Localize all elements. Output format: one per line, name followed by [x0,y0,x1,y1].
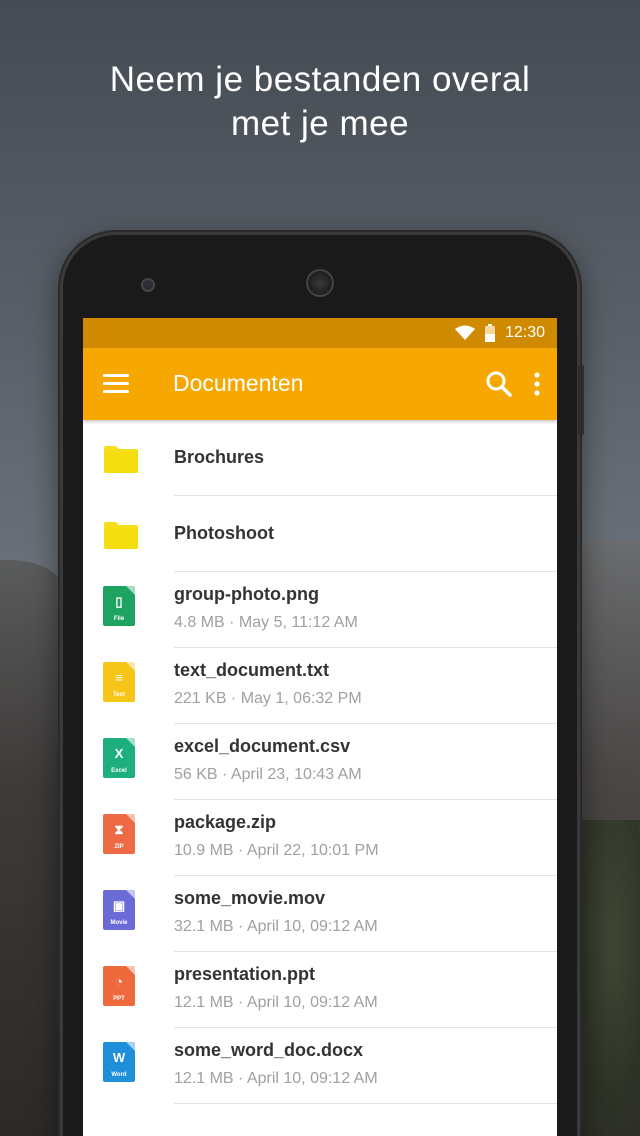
movie-file-icon: ▣ Movie [103,890,135,930]
file-badge-label: Text [113,692,125,698]
file-glyph: ▯ [115,594,123,609]
headline-line-1: Neem je bestanden overal [109,60,531,99]
status-bar: 12:30 [83,318,557,348]
word-file-icon: W Word [103,1042,135,1082]
folder-name: Brochures [174,447,265,467]
headline: Neem je bestanden overal met je mee [0,58,640,146]
file-name: excel_document.csv [174,736,351,756]
file-glyph: ⧗ [114,822,124,837]
excel-file-icon: X Excel [103,738,135,778]
background-tree [570,820,640,1136]
headline-line-2: met je mee [230,104,410,143]
file-meta: 4.8 MB · May 5, 11:12 AM [174,614,358,631]
list-item-file[interactable]: ≡ Text text_document.txt 221 KB · May 1,… [83,648,557,724]
search-icon[interactable] [485,370,513,403]
file-meta: 10.9 MB · April 22, 10:01 PM [174,842,379,859]
list-item-folder[interactable]: Brochures [83,420,557,496]
file-badge-label: ZIP [114,844,124,850]
file-badge-label: PPT [113,996,125,1002]
file-badge-label: File [113,616,125,622]
file-glyph: X [114,746,124,761]
list-item-file[interactable]: W Word some_word_doc.docx 12.1 MB · Apri… [83,1028,557,1104]
folder-icon [103,444,139,479]
file-name: presentation.ppt [174,964,316,984]
file-list: Brochures Photoshoot ▯ File group-photo.… [83,420,557,1104]
folder-name: Photoshoot [174,523,274,543]
file-meta: 32.1 MB · April 10, 09:12 AM [174,918,378,935]
status-time: 12:30 [504,324,545,341]
image-file-icon: ▯ File [103,586,135,626]
ppt-file-icon: ◔ PPT [103,966,135,1006]
file-glyph: ▣ [112,898,126,913]
file-name: group-photo.png [174,584,319,604]
list-item-file[interactable]: X Excel excel_document.csv 56 KB · April… [83,724,557,800]
file-badge-label: Excel [111,768,127,774]
earpiece-speaker [306,269,334,297]
file-name: package.zip [174,812,277,832]
file-badge-label: Movie [110,920,128,926]
divider [174,1103,557,1104]
file-badge-label: Word [111,1072,127,1078]
zip-file-icon: ⧗ ZIP [103,814,135,854]
list-item-file[interactable]: ▯ File group-photo.png 4.8 MB · May 5, 1… [83,572,557,648]
file-name: some_word_doc.docx [174,1040,364,1060]
file-name: text_document.txt [174,660,330,680]
text-file-icon: ≡ Text [103,662,135,702]
list-item-file[interactable]: ◔ PPT presentation.ppt 12.1 MB · April 1… [83,952,557,1028]
wifi-icon [454,325,475,341]
file-meta: 56 KB · April 23, 10:43 AM [174,766,362,783]
phone-screen: 12:30 Documenten Brochures Photoshoot ▯ … [83,318,557,1136]
menu-icon[interactable] [103,374,129,394]
app-bar: Documenten [83,348,557,420]
file-glyph: ≡ [115,670,123,685]
file-meta: 12.1 MB · April 10, 09:12 AM [174,994,378,1011]
list-item-file[interactable]: ▣ Movie some_movie.mov 32.1 MB · April 1… [83,876,557,952]
battery-icon [484,324,495,342]
phone-side-button [578,365,584,435]
file-meta: 221 KB · May 1, 06:32 PM [174,690,362,707]
more-vert-icon[interactable] [531,370,543,403]
file-glyph: ◔ [115,974,123,989]
app-title: Documenten [173,370,304,396]
folder-icon [103,520,139,555]
list-item-file[interactable]: ⧗ ZIP package.zip 10.9 MB · April 22, 10… [83,800,557,876]
file-glyph: W [112,1050,126,1065]
file-meta: 12.1 MB · April 10, 09:12 AM [174,1070,378,1087]
front-camera [141,278,155,292]
file-name: some_movie.mov [174,888,326,908]
list-item-folder[interactable]: Photoshoot [83,496,557,572]
